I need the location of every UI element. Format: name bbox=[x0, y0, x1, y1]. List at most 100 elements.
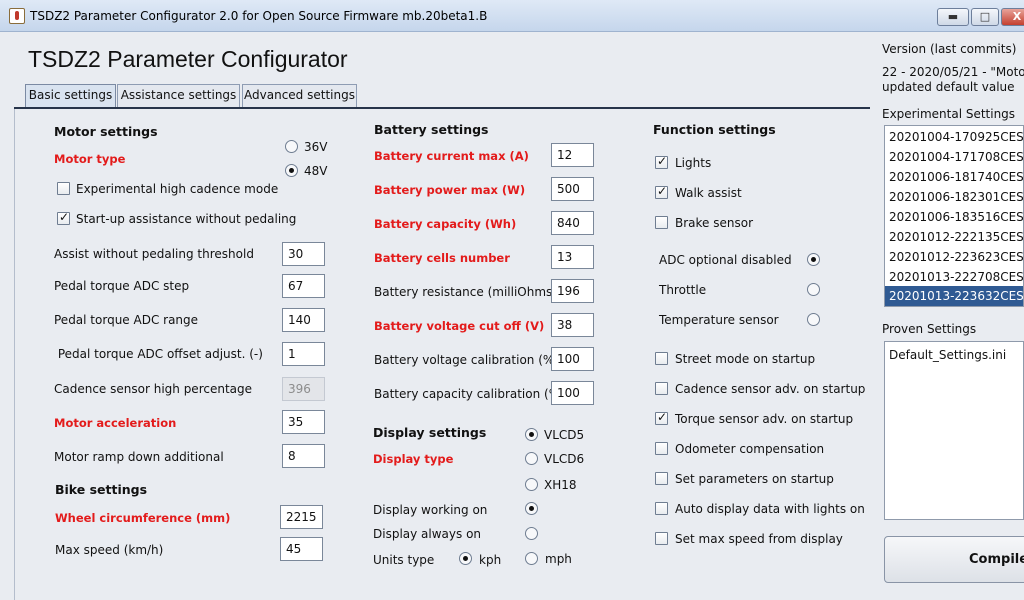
list-item[interactable]: 20201013-222708CEST bbox=[885, 267, 1023, 287]
battery-voltage-calibration-input[interactable]: 100 bbox=[551, 347, 594, 371]
street-mode-checkbox[interactable] bbox=[655, 352, 668, 365]
list-item[interactable]: 20201006-181740CEST bbox=[885, 167, 1023, 187]
odometer-compensation-label: Odometer compensation bbox=[675, 442, 825, 456]
battery-resistance-input[interactable]: 196 bbox=[551, 279, 594, 303]
list-item[interactable]: 20201012-222135CEST bbox=[885, 227, 1023, 247]
throttle-label: Throttle bbox=[659, 283, 707, 297]
set-params-startup-label: Set parameters on startup bbox=[675, 472, 834, 486]
motor-48v-label: 48V bbox=[304, 164, 328, 178]
display-always-on-label: Display always on bbox=[373, 527, 482, 541]
battery-capacity-calibration-input[interactable]: 100 bbox=[551, 381, 594, 405]
odometer-compensation-checkbox[interactable] bbox=[655, 442, 668, 455]
battery-current-max-label: Battery current max (A) bbox=[374, 149, 529, 163]
display-working-on-radio[interactable] bbox=[525, 502, 538, 515]
close-button[interactable]: X bbox=[1001, 8, 1024, 26]
proven-settings-list[interactable]: Default_Settings.ini bbox=[884, 341, 1024, 520]
battery-voltage-cutoff-input[interactable]: 38 bbox=[551, 313, 594, 337]
torque-adc-range-input[interactable]: 140 bbox=[282, 308, 325, 332]
motor-36v-label: 36V bbox=[304, 140, 328, 154]
motor-36v-radio[interactable] bbox=[285, 140, 298, 153]
battery-cells-input[interactable]: 13 bbox=[551, 245, 594, 269]
list-item[interactable]: 20201006-182301CEST bbox=[885, 187, 1023, 207]
motor-acceleration-label: Motor acceleration bbox=[54, 416, 177, 430]
temperature-sensor-radio[interactable] bbox=[807, 313, 820, 326]
torque-adv-label: Torque sensor adv. on startup bbox=[675, 412, 854, 426]
maximize-button[interactable]: □ bbox=[971, 8, 999, 26]
battery-current-max-input[interactable]: 12 bbox=[551, 143, 594, 167]
max-speed-display-label: Set max speed from display bbox=[675, 532, 843, 546]
temperature-sensor-label: Temperature sensor bbox=[659, 313, 779, 327]
walk-assist-checkbox[interactable] bbox=[655, 184, 668, 199]
torque-adv-checkbox[interactable] bbox=[655, 410, 668, 425]
lights-checkbox[interactable] bbox=[655, 154, 668, 169]
battery-resistance-label: Battery resistance (milliOhms) bbox=[374, 285, 557, 299]
startup-assist-checkbox[interactable] bbox=[57, 210, 70, 225]
list-item[interactable]: 20201004-171708CEST bbox=[885, 147, 1023, 167]
display-type-label: Display type bbox=[373, 452, 454, 466]
cadence-high-pct-label: Cadence sensor high percentage bbox=[54, 382, 253, 396]
compile-button[interactable]: Compile & bbox=[884, 536, 1024, 583]
experimental-settings-label: Experimental Settings bbox=[882, 107, 1016, 121]
max-speed-label: Max speed (km/h) bbox=[55, 543, 164, 557]
high-cadence-checkbox[interactable] bbox=[57, 182, 70, 195]
battery-settings-header: Battery settings bbox=[374, 122, 489, 137]
auto-display-checkbox[interactable] bbox=[655, 502, 668, 515]
cadence-high-pct-input: 396 bbox=[282, 377, 325, 401]
motor-type-label: Motor type bbox=[54, 152, 126, 166]
max-speed-input[interactable]: 45 bbox=[280, 537, 323, 561]
battery-capacity-label: Battery capacity (Wh) bbox=[374, 217, 517, 231]
list-item[interactable]: 20201012-223623CEST bbox=[885, 247, 1023, 267]
tab-basic-settings[interactable]: Basic settings bbox=[25, 84, 116, 107]
function-settings-header: Function settings bbox=[653, 122, 776, 137]
motor-48v-radio[interactable] bbox=[285, 164, 298, 177]
walk-assist-label: Walk assist bbox=[675, 186, 742, 200]
java-app-icon bbox=[9, 8, 25, 24]
units-mph-label: mph bbox=[545, 552, 572, 566]
cadence-adv-checkbox[interactable] bbox=[655, 382, 668, 395]
experimental-settings-list[interactable]: 20201004-170925CEST 20201004-171708CEST … bbox=[884, 125, 1024, 307]
torque-adc-offset-label: Pedal torque ADC offset adjust. (-) bbox=[54, 347, 263, 361]
brake-sensor-label: Brake sensor bbox=[675, 216, 754, 230]
display-xh18-radio[interactable] bbox=[525, 478, 538, 491]
battery-capacity-input[interactable]: 840 bbox=[551, 211, 594, 235]
torque-adc-step-label: Pedal torque ADC step bbox=[54, 279, 190, 293]
ramp-down-input[interactable]: 8 bbox=[282, 444, 325, 468]
display-vlcd6-label: VLCD6 bbox=[544, 452, 585, 466]
wheel-circumference-input[interactable]: 2215 bbox=[280, 505, 323, 529]
display-settings-header: Display settings bbox=[373, 425, 487, 440]
battery-voltage-calibration-label: Battery voltage calibration (%) bbox=[374, 353, 559, 367]
list-item[interactable]: 20201004-170925CEST bbox=[885, 127, 1023, 147]
window-title: TSDZ2 Parameter Configurator 2.0 for Ope… bbox=[30, 9, 488, 23]
brake-sensor-checkbox[interactable] bbox=[655, 216, 668, 229]
battery-voltage-cutoff-label: Battery voltage cut off (V) bbox=[374, 319, 545, 333]
list-item-selected[interactable]: 20201013-223632CEST bbox=[885, 286, 1023, 306]
list-item[interactable]: 20201006-183516CEST bbox=[885, 207, 1023, 227]
torque-adc-step-input[interactable]: 67 bbox=[282, 274, 325, 298]
list-item[interactable]: Default_Settings.ini bbox=[885, 345, 1023, 365]
adc-disabled-radio[interactable] bbox=[807, 253, 820, 266]
battery-power-max-input[interactable]: 500 bbox=[551, 177, 594, 201]
lights-label: Lights bbox=[675, 156, 712, 170]
assist-threshold-input[interactable]: 30 bbox=[282, 242, 325, 266]
motor-settings-header: Motor settings bbox=[54, 124, 158, 139]
set-params-startup-checkbox[interactable] bbox=[655, 472, 668, 485]
assist-threshold-label: Assist without pedaling threshold bbox=[54, 247, 254, 261]
throttle-radio[interactable] bbox=[807, 283, 820, 296]
display-working-on-label: Display working on bbox=[373, 503, 488, 517]
app-title: TSDZ2 Parameter Configurator bbox=[28, 46, 348, 72]
display-vlcd6-radio[interactable] bbox=[525, 452, 538, 465]
tab-advanced-settings[interactable]: Advanced settings bbox=[242, 84, 357, 107]
display-always-on-radio[interactable] bbox=[525, 527, 538, 540]
tab-assistance-settings[interactable]: Assistance settings bbox=[117, 84, 240, 107]
max-speed-display-checkbox[interactable] bbox=[655, 532, 668, 545]
minimize-button[interactable]: ▬ bbox=[937, 8, 969, 26]
torque-adc-offset-input[interactable]: 1 bbox=[282, 342, 325, 366]
motor-acceleration-input[interactable]: 35 bbox=[282, 410, 325, 434]
wheel-circumference-label: Wheel circumference (mm) bbox=[55, 511, 231, 525]
display-vlcd5-radio[interactable] bbox=[525, 428, 538, 441]
units-kph-radio[interactable] bbox=[459, 552, 472, 565]
units-mph-radio[interactable] bbox=[525, 552, 538, 565]
ramp-down-label: Motor ramp down additional bbox=[54, 450, 224, 464]
version-label: Version (last commits) bbox=[882, 42, 1017, 56]
display-vlcd5-label: VLCD5 bbox=[544, 428, 585, 442]
